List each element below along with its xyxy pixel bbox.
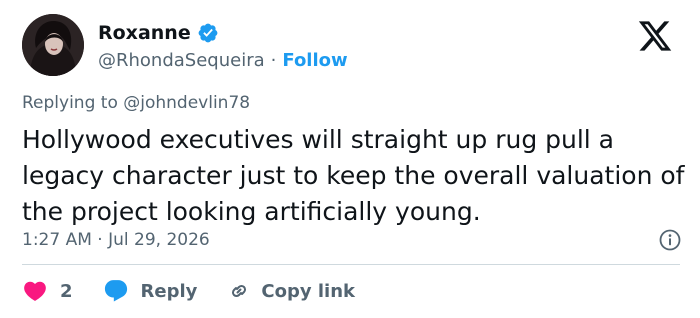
info-icon[interactable] (658, 228, 682, 252)
follow-button[interactable]: Follow (282, 50, 347, 71)
reply-button[interactable]: Reply (103, 278, 228, 304)
avatar-image (22, 14, 84, 76)
author-handle-row: @RhondaSequeira · Follow (98, 48, 348, 72)
like-button[interactable]: 2 (22, 278, 103, 304)
speech-bubble-icon (103, 278, 129, 304)
avatar[interactable] (22, 14, 84, 76)
author-name[interactable]: Roxanne (98, 22, 191, 44)
reply-label: Reply (140, 280, 198, 302)
heart-icon (22, 278, 48, 304)
tweet-timestamp[interactable]: 1:27 AM · Jul 29, 2026 (22, 230, 210, 250)
like-count: 2 (60, 280, 73, 302)
reply-context-prefix: Replying to (22, 93, 118, 113)
separator-dot: · (270, 49, 277, 71)
author-name-row: Roxanne (98, 19, 219, 47)
copy-link-button[interactable]: Copy link (227, 279, 355, 303)
tweet-meta: 1:27 AM · Jul 29, 2026 (22, 228, 682, 252)
author-handle[interactable]: @RhondaSequeira (98, 50, 265, 71)
verified-badge-icon (197, 22, 219, 44)
divider (22, 264, 680, 265)
action-bar: 2 Reply Copy link (22, 276, 355, 306)
tweet-text: Hollywood executives will straight up ru… (22, 125, 685, 226)
reply-to-handle[interactable]: @johndevlin78 (123, 93, 250, 113)
link-icon (227, 279, 251, 303)
reply-context: Replying to @johndevlin78 (22, 93, 250, 113)
x-logo-icon[interactable] (636, 18, 674, 54)
copy-link-label: Copy link (261, 280, 355, 302)
